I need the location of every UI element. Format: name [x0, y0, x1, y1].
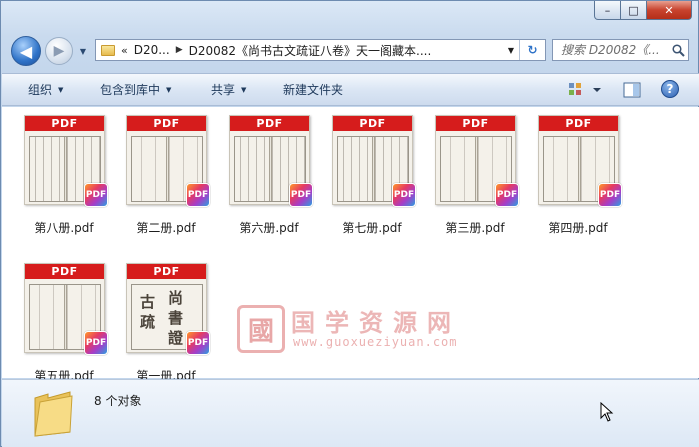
explorer-window: – □ ✕ ◀ ▶ ▼ « D20... ▶ D20082《尚书古文疏证八卷》天… [0, 0, 699, 447]
include-in-library-button[interactable]: 包含到库中 ▼ [100, 74, 171, 105]
overflow-chevron-icon[interactable]: « [121, 44, 128, 57]
forward-button[interactable]: ▶ [45, 37, 73, 65]
thumb-label: PDF [127, 264, 206, 279]
arrow-left-icon: ◀ [19, 41, 33, 61]
thumb-label: PDF [333, 116, 412, 131]
file-name: 第八册.pdf [34, 221, 94, 235]
seal-glyph: 書 [168, 309, 184, 327]
pdf-icon: PDF [495, 183, 519, 207]
share-label: 共享 [211, 83, 236, 97]
pdf-icon: PDF [84, 331, 108, 355]
file-name: 第七册.pdf [342, 221, 402, 235]
view-options-button[interactable] [568, 82, 602, 101]
pdf-icon: PDF [392, 183, 416, 207]
item-count: 8 个对象 [94, 394, 142, 408]
watermark-url: www.guoxueziyuan.com [293, 335, 458, 349]
minimize-button[interactable]: – [594, 1, 621, 20]
new-folder-button[interactable]: 新建文件夹 [283, 74, 343, 105]
back-button[interactable]: ◀ [11, 36, 41, 66]
file-list: PDF PDF 第八册.pdf PDF PDF 第二册.pdf PDF PDF … [2, 107, 699, 383]
breadcrumb-item[interactable]: D20... [134, 43, 170, 57]
file-item[interactable]: PDF PDF 第五册.pdf [14, 263, 114, 383]
file-name: 第四册.pdf [548, 221, 608, 235]
mouse-cursor-icon [600, 401, 614, 425]
file-item[interactable]: PDF PDF 第八册.pdf [14, 115, 114, 235]
seal-glyph: 古 [140, 293, 156, 311]
watermark: 國 国学资源网 www.guoxueziyuan.com [237, 303, 467, 355]
pdf-icon: PDF [186, 183, 210, 207]
preview-pane-button[interactable] [623, 82, 641, 101]
chevron-down-icon: ▼ [79, 46, 87, 56]
file-name: 第三册.pdf [445, 221, 505, 235]
address-bar[interactable]: « D20... ▶ D20082《尚书古文疏证八卷》天一阁藏本.... ▼ ↻ [95, 39, 546, 61]
breadcrumb-separator-icon[interactable]: ▶ [176, 45, 183, 55]
thumb-label: PDF [230, 116, 309, 131]
organize-label: 组织 [28, 83, 53, 97]
caption-buttons: – □ ✕ [594, 1, 692, 20]
thumb-label: PDF [25, 116, 104, 131]
close-button[interactable]: ✕ [647, 1, 692, 20]
watermark-logo: 國 [237, 305, 285, 353]
thumb-label: PDF [436, 116, 515, 131]
file-name: 第二册.pdf [136, 221, 196, 235]
thumb-label: PDF [539, 116, 618, 131]
file-item[interactable]: PDF PDF 第六册.pdf [219, 115, 319, 235]
pdf-icon: PDF [598, 183, 622, 207]
file-item[interactable]: PDF PDF 第三册.pdf [425, 115, 525, 235]
recent-pages-dropdown[interactable]: ▼ [77, 45, 89, 57]
folder-icon [101, 44, 115, 56]
file-item[interactable]: PDF 尚 書 古 疏 證 PDF 第一册.pdf [116, 263, 216, 383]
arrow-right-icon: ▶ [53, 43, 65, 59]
pdf-icon: PDF [84, 183, 108, 207]
refresh-button[interactable]: ↻ [519, 40, 545, 60]
new-folder-label: 新建文件夹 [283, 83, 344, 97]
seal-glyph: 尚 [168, 289, 184, 307]
file-item[interactable]: PDF PDF 第四册.pdf [528, 115, 628, 235]
search-box[interactable] [552, 39, 689, 61]
file-item[interactable]: PDF PDF 第七册.pdf [322, 115, 422, 235]
file-item[interactable]: PDF PDF 第二册.pdf [116, 115, 216, 235]
thumb-label: PDF [127, 116, 206, 131]
include-label: 包含到库中 [100, 83, 161, 97]
search-input[interactable] [561, 43, 668, 57]
command-bar: 组织 ▼ 包含到库中 ▼ 共享 ▼ 新建文件夹 ? [2, 73, 699, 106]
file-name: 第六册.pdf [239, 221, 299, 235]
pdf-icon: PDF [289, 183, 313, 207]
seal-glyph: 疏 [140, 313, 156, 331]
seal-glyph: 證 [168, 329, 184, 347]
pdf-icon: PDF [186, 331, 210, 355]
organize-button[interactable]: 组织 ▼ [28, 74, 63, 105]
folder-icon [32, 388, 74, 441]
watermark-title: 国学资源网 [291, 308, 461, 337]
chevron-down-icon: ▼ [166, 85, 172, 94]
search-icon[interactable] [668, 43, 688, 57]
address-dropdown-icon[interactable]: ▼ [505, 40, 517, 60]
maximize-button[interactable]: □ [621, 1, 647, 20]
share-button[interactable]: 共享 ▼ [211, 74, 246, 105]
breadcrumb: « D20... ▶ D20082《尚书古文疏证八卷》天一阁藏本.... [121, 42, 431, 59]
chevron-down-icon: ▼ [241, 85, 247, 94]
thumb-label: PDF [25, 264, 104, 279]
status-bar: 8 个对象 [2, 379, 699, 447]
help-button[interactable]: ? [661, 80, 679, 98]
chevron-down-icon: ▼ [58, 85, 64, 94]
breadcrumb-item[interactable]: D20082《尚书古文疏证八卷》天一阁藏本.... [189, 42, 432, 59]
